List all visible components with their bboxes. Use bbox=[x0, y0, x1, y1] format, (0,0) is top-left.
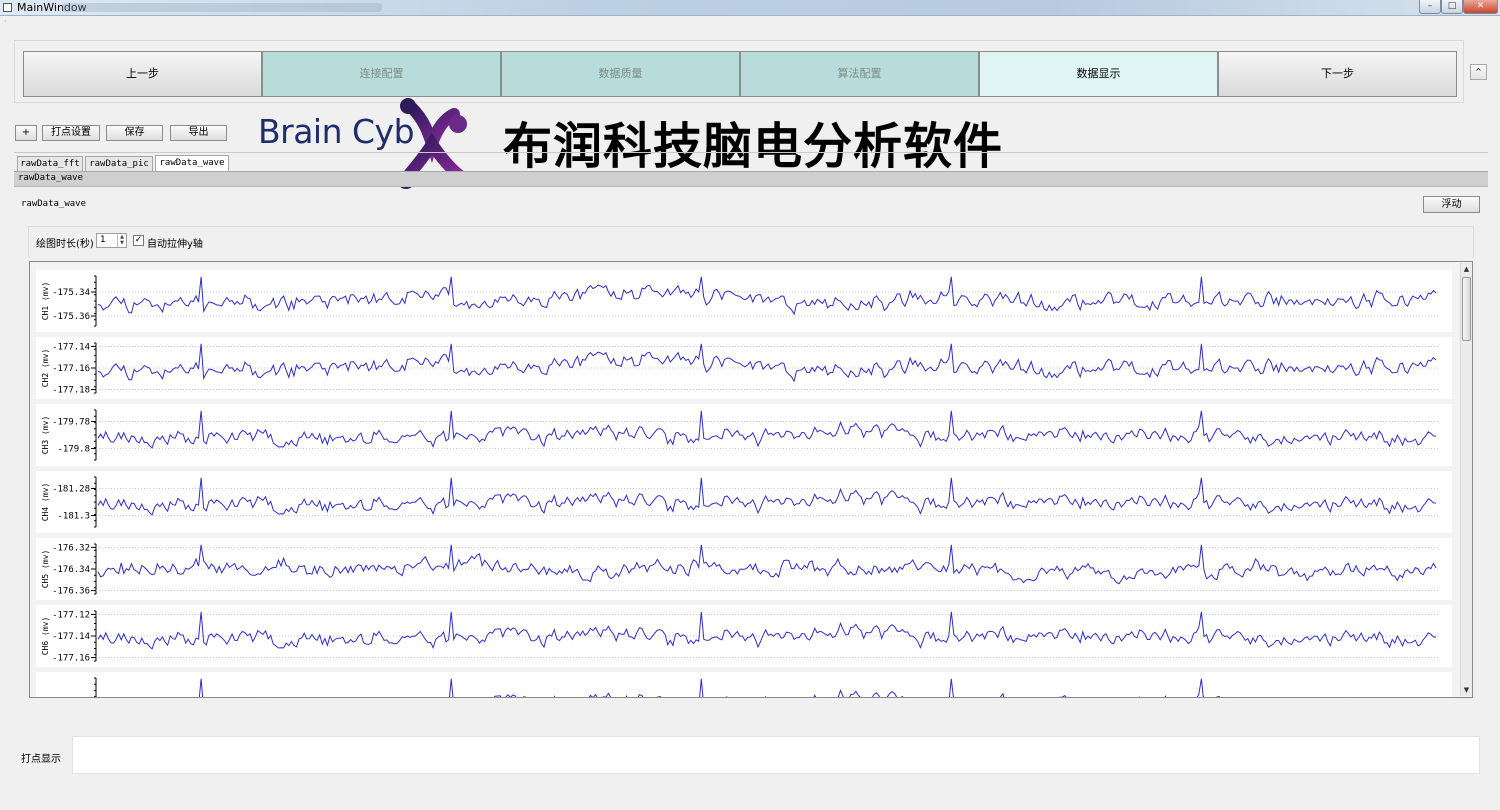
export-button[interactable]: 导出 bbox=[170, 125, 227, 141]
channel-ylabel: CH2 (mv) bbox=[41, 349, 50, 388]
duration-label: 绘图时长(秒) bbox=[36, 239, 94, 250]
menu-dot: · bbox=[4, 17, 7, 26]
prev-step-button[interactable]: 上一步 bbox=[23, 51, 262, 97]
brand-title: 布润科技脑电分析软件 bbox=[503, 118, 1004, 175]
pane-label: rawData_wave bbox=[21, 199, 87, 209]
wave-plots-svg: CH1 (mv) -175.34-175.36CH2 (mv)-177.14-17… bbox=[36, 270, 1452, 697]
y-tick-label: -176.34 bbox=[52, 565, 90, 575]
collapse-button[interactable]: ^ bbox=[1470, 64, 1487, 80]
mark-display-field[interactable] bbox=[72, 736, 1480, 774]
scroll-down-icon[interactable]: ▼ bbox=[1461, 684, 1472, 696]
channel-ylabel: CH4 (mv) bbox=[41, 483, 50, 522]
y-tick-label: -179.8 bbox=[57, 445, 90, 455]
add-button[interactable]: + bbox=[15, 125, 37, 141]
y-tick-label: -175.36 bbox=[52, 312, 90, 322]
y-tick-label: -181.28 bbox=[52, 485, 90, 495]
channel-panel bbox=[36, 672, 1452, 697]
settings-group bbox=[28, 226, 1474, 258]
tab-rawdata-pic[interactable]: rawData_pic bbox=[85, 156, 153, 171]
y-tick-label: -179.78 bbox=[52, 418, 90, 428]
channel-panel bbox=[36, 471, 1452, 533]
scroll-thumb[interactable] bbox=[1462, 277, 1471, 341]
tab-rawdata-wave[interactable]: rawData_wave bbox=[155, 155, 229, 172]
duration-value: 1 bbox=[100, 235, 106, 245]
y-tick-label: -176.36 bbox=[52, 587, 90, 597]
y-tick-label: -175.34 bbox=[52, 288, 90, 298]
next-step-button[interactable]: 下一步 bbox=[1218, 51, 1457, 97]
plot-scrollbar[interactable]: ▲ ▼ bbox=[1460, 263, 1472, 696]
title-blur bbox=[62, 3, 382, 12]
minimize-button[interactable]: – bbox=[1419, 0, 1441, 14]
mark-settings-button[interactable]: 打点设置 bbox=[42, 125, 100, 141]
mark-display-label: 打点显示 bbox=[21, 754, 61, 765]
y-tick-label: -177.12 bbox=[52, 610, 90, 620]
channel-ylabel: CH3 (mv) bbox=[41, 416, 50, 455]
close-button[interactable]: ✕ bbox=[1463, 0, 1498, 14]
channel-panel bbox=[36, 270, 1452, 332]
dock-title-strip: rawData_wave bbox=[14, 171, 1488, 187]
y-tick-label: -177.14 bbox=[52, 632, 90, 642]
channel-ylabel: CH6 (mv) bbox=[41, 617, 50, 656]
spin-arrows-icon[interactable]: ▲ ▼ bbox=[117, 234, 126, 247]
y-tick-label: -176.32 bbox=[52, 543, 90, 553]
step-data-display[interactable]: 数据显示 bbox=[979, 51, 1218, 97]
auto-y-label: 自动拉伸y轴 bbox=[147, 239, 203, 250]
duration-spinbox[interactable]: 1 ▲ ▼ bbox=[96, 233, 127, 248]
save-button[interactable]: 保存 bbox=[106, 125, 163, 141]
brand-logo-text: Brain Cyb bbox=[258, 112, 415, 151]
channel-panel bbox=[36, 404, 1452, 466]
channel-ylabel: CH5 (mv) bbox=[41, 550, 50, 589]
channel-ylabel: CH1 (mv) bbox=[41, 282, 50, 321]
y-tick-label: -177.18 bbox=[52, 386, 90, 396]
y-tick-label: -177.16 bbox=[52, 364, 90, 374]
auto-y-checkbox[interactable]: ✓ bbox=[133, 235, 144, 246]
step-data-quality[interactable]: 数据质量 bbox=[501, 51, 740, 97]
scroll-up-icon[interactable]: ▲ bbox=[1461, 263, 1472, 275]
y-tick-label: -177.14 bbox=[52, 342, 90, 352]
step-algorithm-config[interactable]: 算法配置 bbox=[740, 51, 979, 97]
float-button[interactable]: 浮动 bbox=[1423, 196, 1480, 213]
app-icon bbox=[3, 3, 12, 12]
dock-title: rawData_wave bbox=[18, 173, 84, 183]
window-title-bar: MainWindow – □ ✕ bbox=[0, 0, 1500, 16]
tab-divider bbox=[14, 152, 1488, 153]
y-tick-label: -177.16 bbox=[52, 654, 90, 664]
step-connection-config[interactable]: 连接配置 bbox=[262, 51, 501, 97]
tab-rawdata-fft[interactable]: rawData_fft bbox=[17, 156, 83, 171]
step-bar: 上一步 连接配置 数据质量 算法配置 数据显示 下一步 bbox=[14, 40, 1464, 103]
wave-plot-area[interactable]: CH1 (mv) -175.34 -175.36 CH2 (mv) -177.14 -17… bbox=[29, 261, 1473, 698]
maximize-button[interactable]: □ bbox=[1441, 0, 1463, 14]
y-tick-label: -181.3 bbox=[57, 512, 90, 522]
